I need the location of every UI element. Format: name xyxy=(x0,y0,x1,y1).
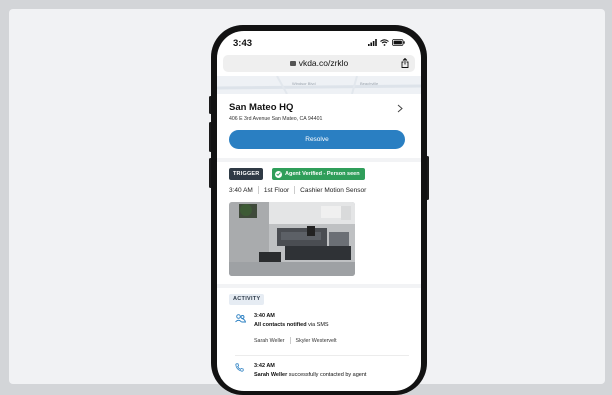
url-text: vkda.co/zrklo xyxy=(298,58,349,68)
wifi-icon xyxy=(380,39,389,46)
map-label: Windsor Blvd xyxy=(292,81,316,86)
chevron-right-icon[interactable] xyxy=(397,104,403,113)
verified-label: Agent Verified - Person seen xyxy=(285,171,360,177)
url-display: vkda.co/zrklo xyxy=(223,58,415,68)
event-time: 3:42 AM xyxy=(254,363,275,369)
lock-icon xyxy=(289,61,296,66)
event-desc-rest: successfully contacted by agent xyxy=(287,372,367,378)
event-description: Sarah Weller successfully contacted by a… xyxy=(254,372,366,378)
location-name[interactable]: San Mateo HQ xyxy=(229,102,293,113)
share-icon[interactable] xyxy=(401,58,409,68)
status-icons xyxy=(368,39,405,46)
map-roads xyxy=(217,76,421,94)
address-bar[interactable]: vkda.co/zrklo xyxy=(223,55,415,72)
verified-badge: Agent Verified - Person seen xyxy=(272,168,365,180)
meta-separator xyxy=(294,186,296,194)
signal-icon xyxy=(368,39,377,46)
section-divider xyxy=(217,158,421,162)
camera-snapshot[interactable] xyxy=(229,202,355,276)
event-desc-bold: All contacts notified xyxy=(254,322,307,328)
contact-name: Sarah Weller xyxy=(254,337,285,344)
event-time: 3:40 AM xyxy=(254,313,275,319)
alert-meta: 3:40 AM 1st Floor Cashier Motion Sensor xyxy=(229,186,366,194)
phone-screen: 3:43 vkda.co/zrklo Windsor Blvd Beachvil… xyxy=(217,31,421,391)
phone-icon xyxy=(235,363,244,372)
meta-separator xyxy=(257,186,259,194)
battery-icon xyxy=(392,39,405,46)
event-desc-bold: Sarah Weller xyxy=(254,372,288,378)
location-address: 406 E 3rd Avenue San Mateo, CA 94401 xyxy=(229,116,323,122)
event-description: All contacts notified via SMS xyxy=(254,322,329,328)
event-desc-rest: via SMS xyxy=(306,322,329,328)
alert-floor: 1st Floor xyxy=(263,186,290,194)
name-separator xyxy=(289,337,291,344)
resolve-button[interactable]: Resolve xyxy=(229,130,405,149)
status-time: 3:43 xyxy=(233,38,253,49)
section-divider xyxy=(217,284,421,288)
alert-time: 3:40 AM xyxy=(229,186,253,194)
contact-names: Sarah Weller Skyler Westervelt xyxy=(254,337,337,344)
map-label: Beachville xyxy=(360,81,379,86)
status-bar: 3:43 xyxy=(217,31,421,53)
activity-heading: ACTIVITY xyxy=(229,294,265,305)
check-circle-icon xyxy=(275,170,282,178)
event-divider xyxy=(235,355,409,356)
trigger-badge: TRIGGER xyxy=(229,168,264,180)
camera-snapshot-image xyxy=(229,202,355,276)
contacts-icon xyxy=(235,314,246,323)
alert-camera: Cashier Motion Sensor xyxy=(300,186,367,194)
contact-name: Skyler Westervelt xyxy=(295,337,337,344)
map-preview: Windsor Blvd Beachville xyxy=(217,76,421,94)
